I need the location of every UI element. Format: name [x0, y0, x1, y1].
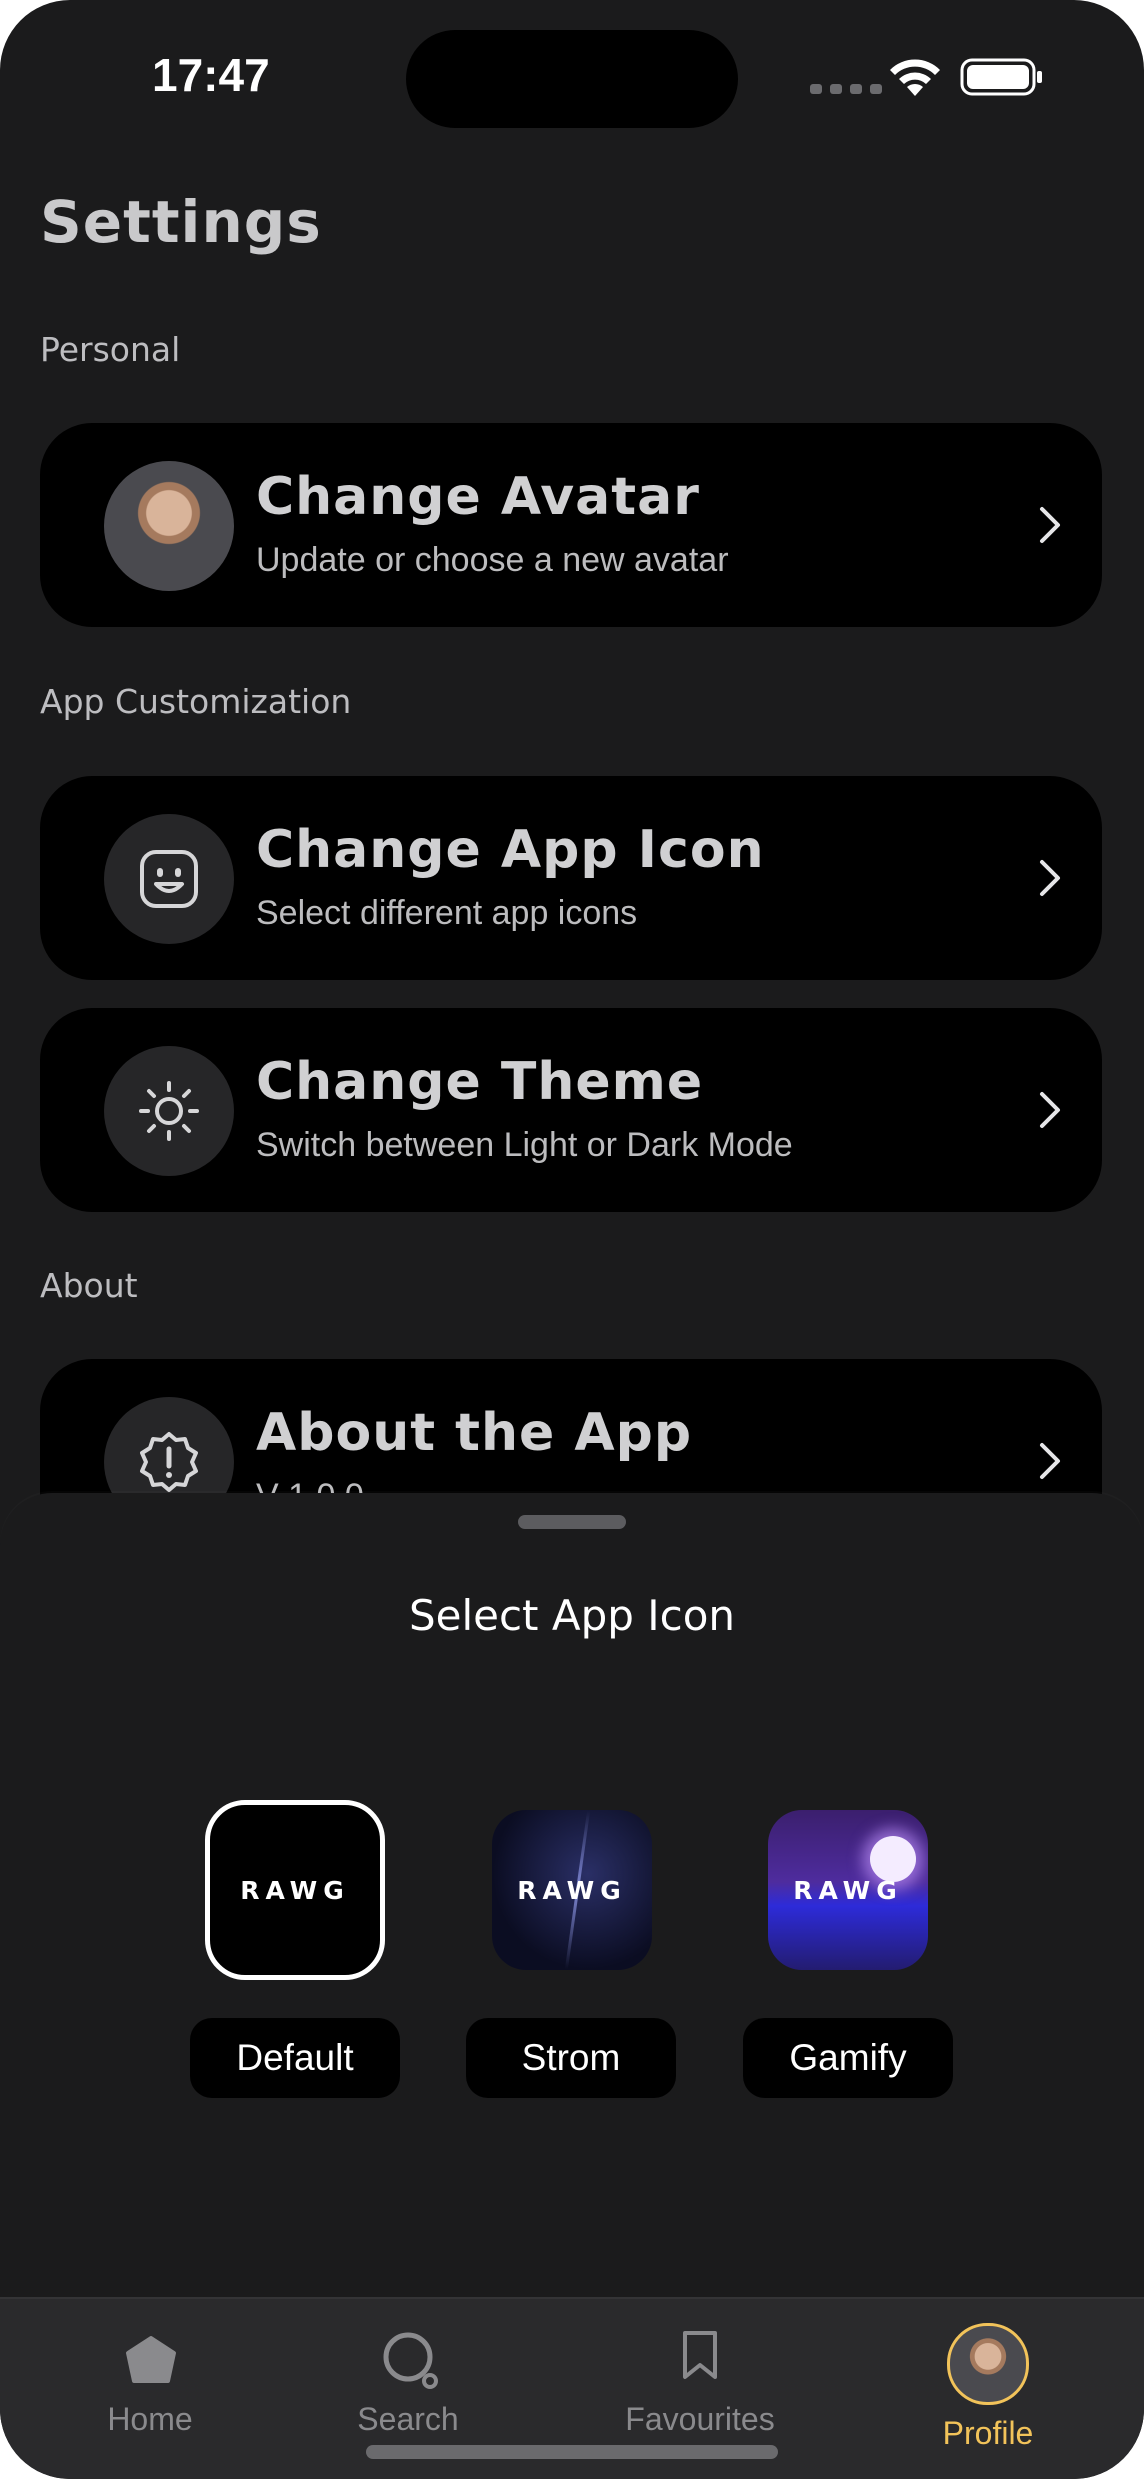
option-label-strom[interactable]: Strom: [466, 2018, 676, 2098]
change-avatar-card[interactable]: Change Avatar Update or choose a new ava…: [40, 423, 1102, 627]
tab-label: Favourites: [625, 2401, 775, 2437]
home-indicator[interactable]: [366, 2445, 778, 2459]
app-icon-sheet: Select App Icon RAWG RAWG RAWG Default S…: [0, 1493, 1144, 2289]
chevron-right-icon: [1040, 1443, 1060, 1479]
app-icon-option-default[interactable]: RAWG: [205, 1800, 385, 1980]
sun-icon: [104, 1046, 234, 1176]
card-subtitle: Update or choose a new avatar: [256, 541, 729, 579]
smiley-icon: [104, 814, 234, 944]
dynamic-island: [406, 30, 738, 128]
avatar: [104, 461, 234, 591]
tab-label: Home: [107, 2401, 193, 2437]
section-label-customization: App Customization: [40, 682, 352, 721]
chevron-right-icon: [1040, 1092, 1060, 1128]
section-label-about: About: [40, 1266, 138, 1305]
status-time: 17:47: [152, 49, 270, 101]
phone-screen: 17:47 Settings Personal Change Avatar Up…: [0, 0, 1144, 2479]
chevron-right-icon: [1040, 507, 1060, 543]
card-title: About the App: [256, 1403, 693, 1463]
tab-label: Search: [357, 2401, 459, 2437]
section-label-personal: Personal: [40, 330, 181, 369]
page-title: Settings: [40, 188, 322, 256]
tab-label: Profile: [942, 2415, 1034, 2451]
app-icon-strom[interactable]: RAWG: [492, 1810, 652, 1970]
wifi-icon: [890, 59, 940, 96]
app-icon-default[interactable]: RAWG: [205, 1800, 385, 1980]
card-title: Change App Icon: [256, 820, 765, 880]
card-title: Change Theme: [256, 1052, 704, 1112]
app-icon-text: RAWG: [517, 1875, 627, 1905]
battery-icon: [960, 58, 1042, 96]
app-icon-gamify[interactable]: RAWG: [768, 1810, 928, 1970]
avatar: [947, 2323, 1029, 2405]
change-app-icon-card[interactable]: Change App Icon Select different app ico…: [40, 776, 1102, 980]
app-icon-option-strom[interactable]: RAWG: [492, 1810, 652, 1970]
sheet-grabber[interactable]: [518, 1515, 626, 1529]
card-subtitle: Switch between Light or Dark Mode: [256, 1126, 793, 1164]
change-theme-card[interactable]: Change Theme Switch between Light or Dar…: [40, 1008, 1102, 1212]
option-label-gamify[interactable]: Gamify: [743, 2018, 953, 2098]
card-subtitle: Select different app icons: [256, 894, 638, 932]
signal-icon: [810, 84, 882, 94]
card-title: Change Avatar: [256, 467, 700, 527]
app-icon-text: RAWG: [793, 1875, 903, 1905]
bookmark-icon: [683, 2331, 717, 2379]
search-icon: [383, 2332, 438, 2389]
app-icon-text: RAWG: [240, 1875, 350, 1905]
app-icon-option-gamify[interactable]: RAWG: [768, 1810, 928, 1970]
chevron-right-icon: [1040, 860, 1060, 896]
option-label-default[interactable]: Default: [190, 2018, 400, 2098]
home-icon: [126, 2336, 176, 2383]
sheet-title: Select App Icon: [408, 1591, 736, 1640]
